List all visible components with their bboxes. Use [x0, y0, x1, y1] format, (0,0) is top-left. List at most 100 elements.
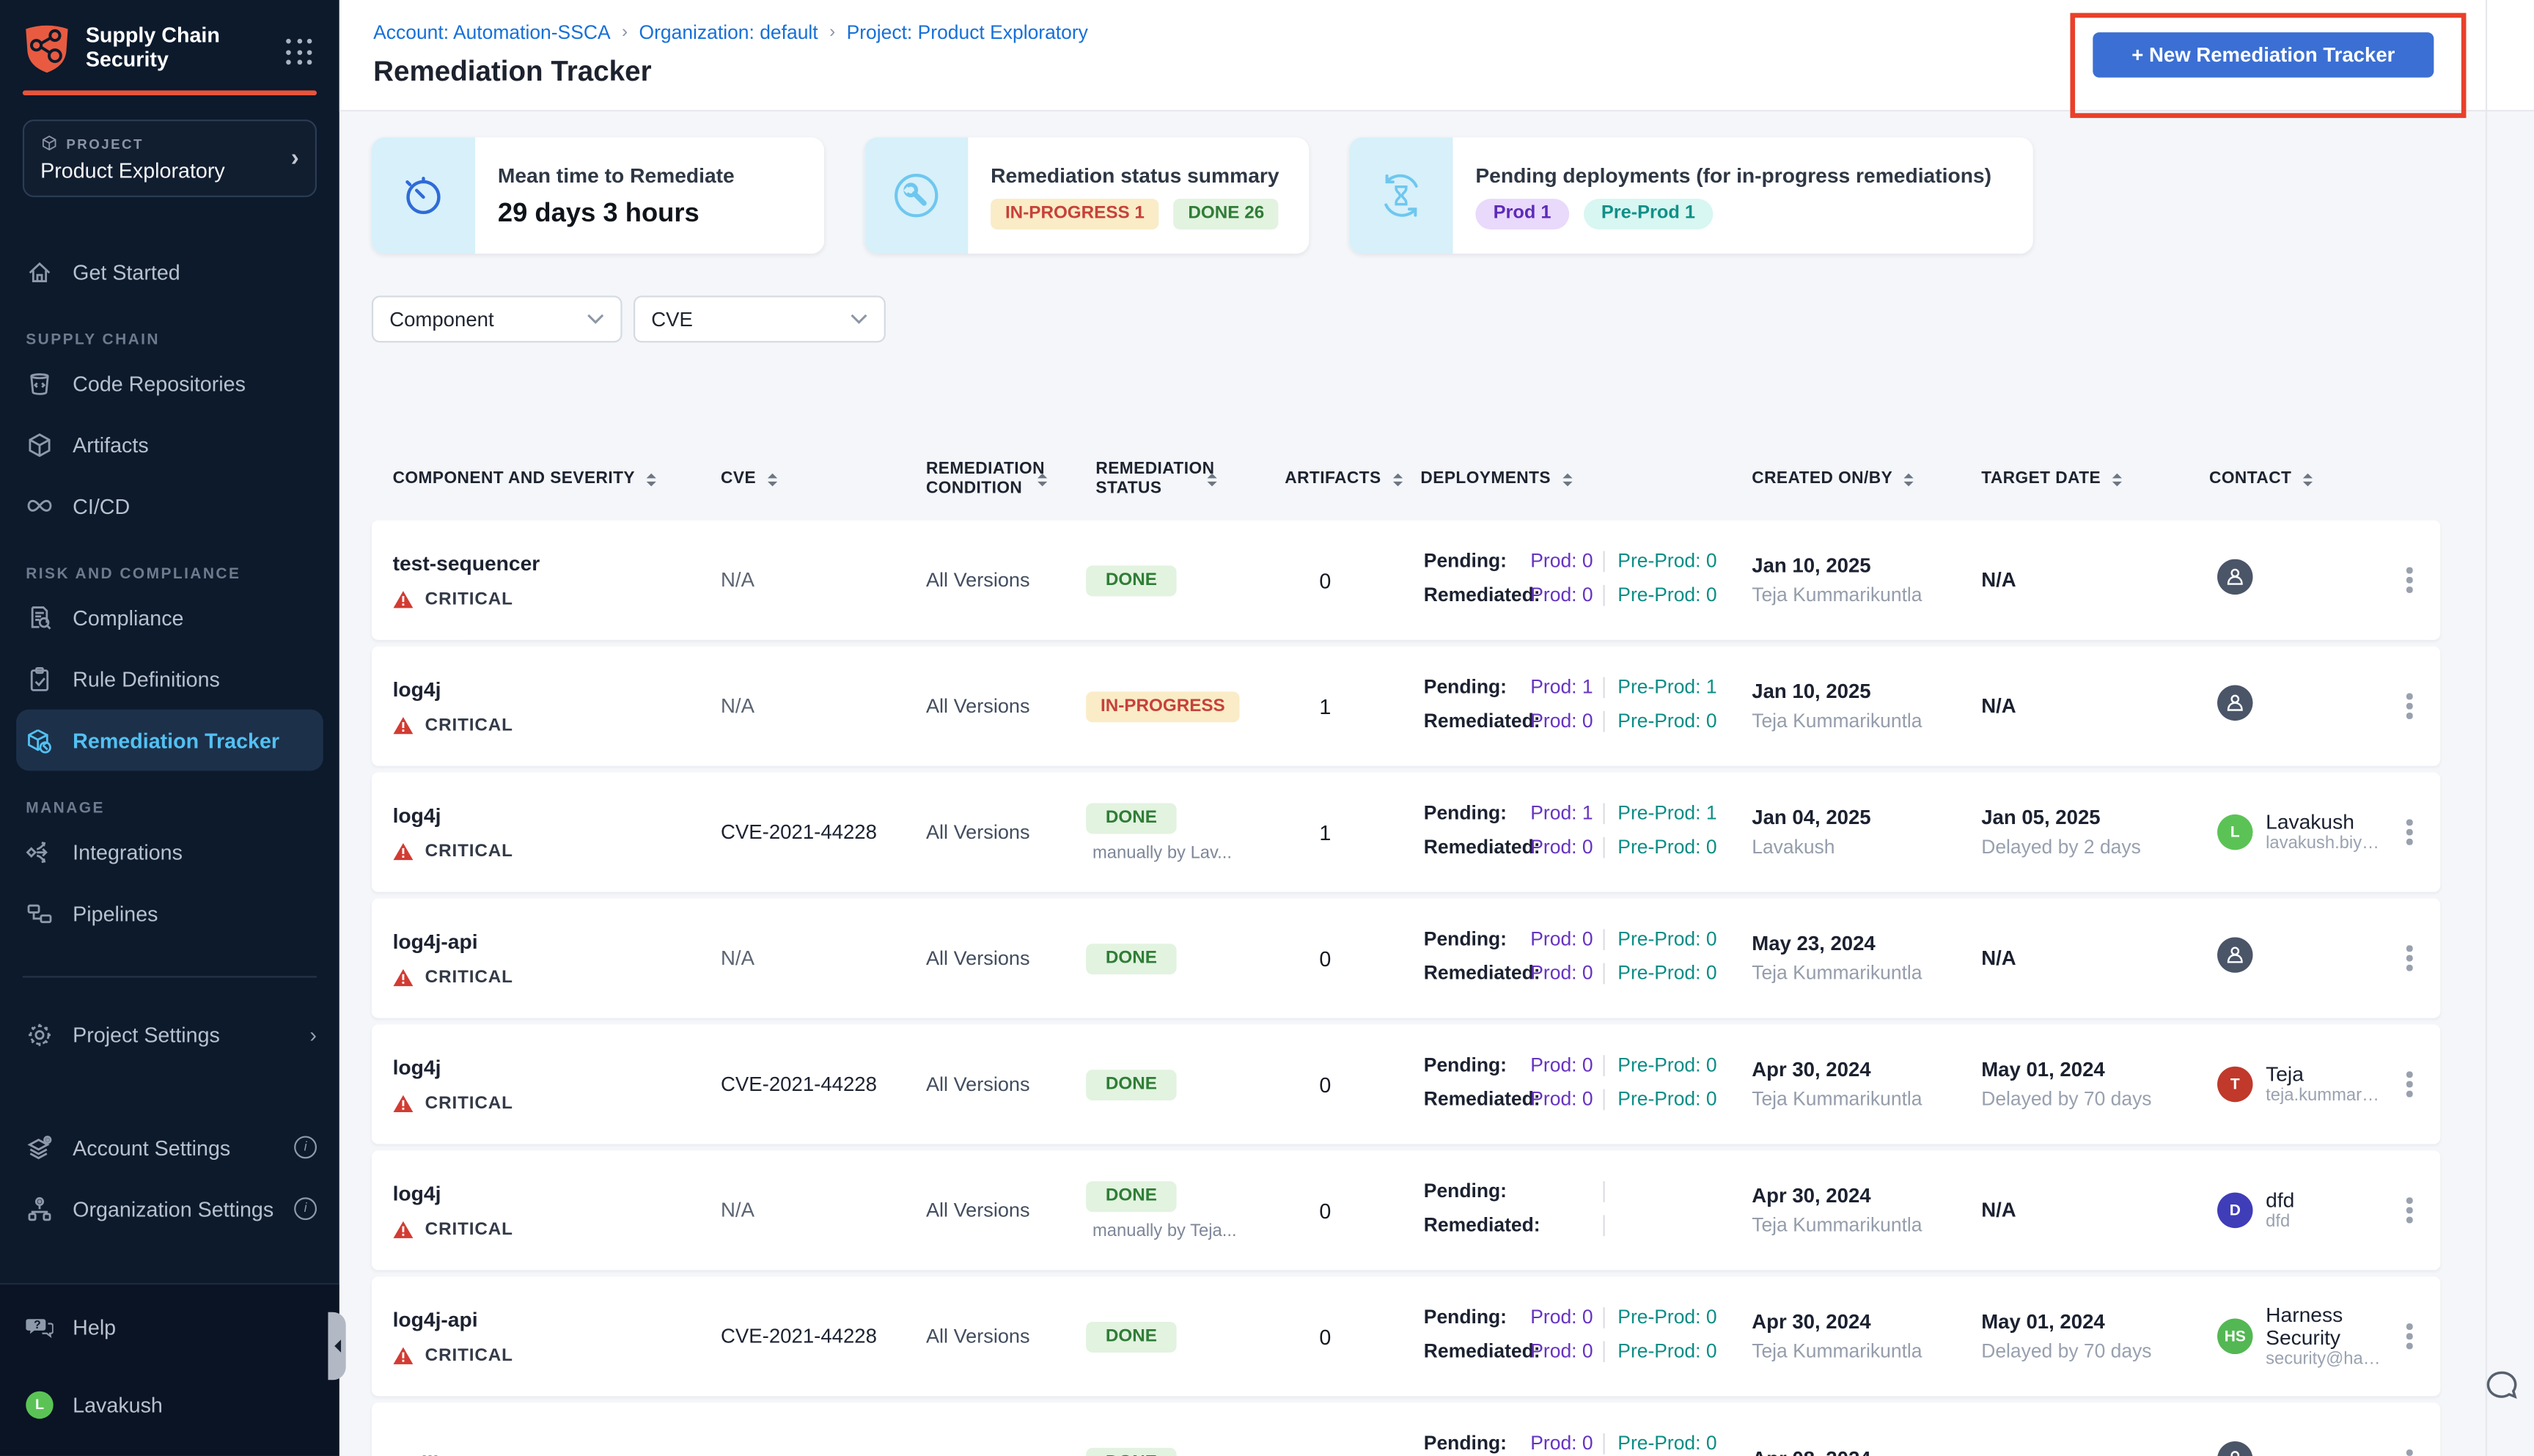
table-row[interactable]: log4j CRITICAL N/A All Versions DONE manu… — [371, 1150, 2441, 1271]
prod-deployment-link[interactable]: Prod: 0 — [1530, 578, 1593, 612]
info-icon[interactable]: i — [294, 1136, 317, 1159]
contact-email: dfd — [2266, 1212, 2291, 1232]
preprod-deployment-link[interactable]: Pre-Prod: 0 — [1617, 1301, 1716, 1334]
row-menu-kebab-icon[interactable] — [2379, 1071, 2440, 1097]
row-menu-kebab-icon[interactable] — [2379, 694, 2440, 719]
info-icon[interactable]: i — [294, 1197, 317, 1221]
deployments-pending-label: Pending: — [1423, 927, 1507, 951]
sort-icon[interactable] — [1207, 473, 1217, 487]
breadcrumb-org-link[interactable]: Organization: default — [639, 21, 818, 44]
table-row[interactable]: log4j CRITICAL N/A All Versions IN-PROGR… — [371, 646, 2441, 766]
sort-icon[interactable] — [2302, 473, 2313, 487]
table-row[interactable]: test-sequencer CRITICAL N/A All Versions… — [371, 520, 2441, 640]
preprod-deployment-link[interactable]: Pre-Prod: 0 — [1617, 578, 1716, 612]
sidebar-item-pipelines[interactable]: Pipelines — [0, 882, 339, 944]
preprod-deployment-link[interactable]: Pre-Prod: 0 — [1617, 705, 1716, 738]
sort-icon[interactable] — [1038, 473, 1048, 487]
sort-icon[interactable] — [767, 473, 777, 487]
sidebar-item-code-repositories[interactable]: Code Repositories — [0, 352, 339, 413]
new-remediation-tracker-button[interactable]: + New Remediation Tracker — [2093, 32, 2434, 78]
preprod-deployment-link[interactable]: Pre-Prod: 0 — [1617, 545, 1716, 578]
remediation-status-cell: IN-PROGRESS — [1075, 691, 1268, 722]
sort-icon[interactable] — [646, 473, 656, 487]
remediation-status-cell: DONE — [1075, 1320, 1268, 1353]
prod-deployment-link[interactable]: Prod: 0 — [1530, 957, 1593, 990]
sidebar-item-project-settings[interactable]: Project Settings › — [0, 1004, 339, 1065]
preprod-deployment-link[interactable]: Pre-Prod: 0 — [1617, 923, 1716, 957]
prod-deployment-link[interactable]: Prod: 1 — [1530, 797, 1593, 831]
chevron-right-icon: › — [309, 1022, 317, 1047]
sidebar-item-get-started[interactable]: Get Started — [0, 240, 339, 302]
user-avatar: L — [26, 1390, 54, 1419]
preprod-deployment-link[interactable]: Pre-Prod: 0 — [1617, 1335, 1716, 1369]
prod-deployment-link[interactable]: Prod: 1 — [1530, 671, 1593, 705]
sidebar-item-organization-settings[interactable]: Organization Settings i — [0, 1178, 339, 1240]
component-name: xz-libs — [393, 1450, 711, 1456]
row-menu-kebab-icon[interactable] — [2379, 820, 2440, 845]
table-row[interactable]: log4j CRITICAL CVE-2021-44228 All Versio… — [371, 772, 2441, 892]
remediation-tracker-page: Supply Chain Security PROJECT Product Exp… — [0, 0, 2534, 1456]
preprod-deployment-link[interactable]: Pre-Prod: 0 — [1617, 831, 1716, 864]
row-menu-kebab-icon[interactable] — [2379, 1197, 2440, 1223]
sidebar-item-artifacts[interactable]: Artifacts — [0, 413, 339, 475]
sort-icon[interactable] — [2112, 473, 2122, 487]
table-row[interactable]: xz-libs DONE Pending: Prod: 0 Pre-Prod: … — [371, 1402, 2441, 1456]
prod-deployment-link[interactable]: Prod: 0 — [1530, 1048, 1593, 1082]
sidebar-item-compliance[interactable]: Compliance — [0, 587, 339, 648]
sidebar-item-ci-cd[interactable]: CI/CD — [0, 475, 339, 537]
sidebar-item-rule-definitions[interactable]: Rule Definitions — [0, 648, 339, 710]
prod-deployment-link[interactable]: Prod: 0 — [1530, 1335, 1593, 1369]
contact-avatar: L — [2217, 814, 2253, 850]
prod-deployment-link[interactable]: Prod: 0 — [1530, 923, 1593, 957]
preprod-deployment-link[interactable]: Pre-Prod: 0 — [1617, 957, 1716, 990]
table-row[interactable]: log4j-api CRITICAL N/A All Versions DONE… — [371, 898, 2441, 1018]
project-selector[interactable]: PROJECT Product Exploratory › — [22, 120, 317, 197]
prod-deployment-link[interactable]: Prod: 0 — [1530, 705, 1593, 738]
deployments-pending-label: Pending: — [1423, 801, 1507, 825]
row-menu-kebab-icon[interactable] — [2379, 945, 2440, 971]
target-date-cell: N/A — [1969, 1199, 2195, 1221]
sidebar-item-account-settings[interactable]: Account Settings i — [0, 1117, 339, 1178]
row-menu-kebab-icon[interactable] — [2379, 1323, 2440, 1349]
preprod-deployment-link[interactable]: Pre-Prod: 1 — [1617, 797, 1716, 831]
prod-deployment-link[interactable]: Prod: 0 — [1530, 1427, 1593, 1456]
created-by: Teja Kummarikuntla — [1752, 1339, 1922, 1363]
value-divider — [1603, 929, 1605, 951]
sidebar-item-remediation-tracker[interactable]: Remediation Tracker — [16, 709, 323, 771]
prod-deployment-link[interactable]: Prod: 0 — [1530, 545, 1593, 578]
component-filter-dropdown[interactable]: Component — [371, 295, 623, 343]
target-date: N/A — [1981, 568, 2016, 592]
app-switcher-icon[interactable] — [286, 38, 313, 66]
sidebar-item-help[interactable]: ? Help — [0, 1299, 339, 1354]
table-row[interactable]: log4j-api CRITICAL CVE-2021-44228 All Ve… — [371, 1276, 2441, 1397]
breadcrumb-account-link[interactable]: Account: Automation-SSCA — [373, 21, 610, 44]
sidebar-user-menu[interactable]: L Lavakush — [0, 1377, 339, 1432]
target-date: May 01, 2024 — [1981, 1310, 2105, 1334]
table-row[interactable]: log4j CRITICAL CVE-2021-44228 All Versio… — [371, 1024, 2441, 1144]
filter-label: CVE — [651, 307, 693, 331]
preprod-deployment-link[interactable]: Pre-Prod: 0 — [1617, 1048, 1716, 1082]
breadcrumb-project-link[interactable]: Project: Product Exploratory — [847, 21, 1088, 44]
prod-deployment-link[interactable]: Prod: 0 — [1530, 1301, 1593, 1334]
row-menu-kebab-icon[interactable] — [2379, 1449, 2440, 1456]
remediation-status-cell: DONE — [1075, 565, 1268, 596]
sidebar-collapse-handle[interactable] — [328, 1312, 346, 1380]
sidebar-item-label: CI/CD — [73, 493, 131, 518]
chat-help-bubble-icon[interactable] — [2482, 1367, 2521, 1406]
preprod-deployment-link[interactable]: Pre-Prod: 1 — [1617, 671, 1716, 705]
contact-email: security@harn... — [2266, 1349, 2382, 1369]
sort-icon[interactable] — [1562, 473, 1572, 487]
row-menu-kebab-icon[interactable] — [2379, 567, 2440, 593]
sidebar-item-integrations[interactable]: Integrations — [0, 821, 339, 883]
component-name: log4j — [392, 803, 441, 828]
prod-deployment-link[interactable]: Prod: 0 — [1530, 1083, 1593, 1117]
preprod-deployment-link[interactable]: Pre-Prod: 0 — [1617, 1083, 1716, 1117]
cve-filter-dropdown[interactable]: CVE — [634, 295, 886, 343]
contact-cell: L Lavakush lavakush.biyan... — [2195, 810, 2382, 853]
sort-icon[interactable] — [1903, 473, 1914, 487]
preprod-deployment-link[interactable]: Pre-Prod: 0 — [1617, 1427, 1716, 1456]
prod-deployment-link[interactable]: Prod: 0 — [1530, 831, 1593, 864]
created-date: Apr 30, 2024 — [1752, 1058, 1871, 1081]
in-progress-count-badge: IN-PROGRESS 1 — [991, 198, 1159, 229]
deployments-remediated-label: Remediated: — [1423, 1339, 1540, 1363]
